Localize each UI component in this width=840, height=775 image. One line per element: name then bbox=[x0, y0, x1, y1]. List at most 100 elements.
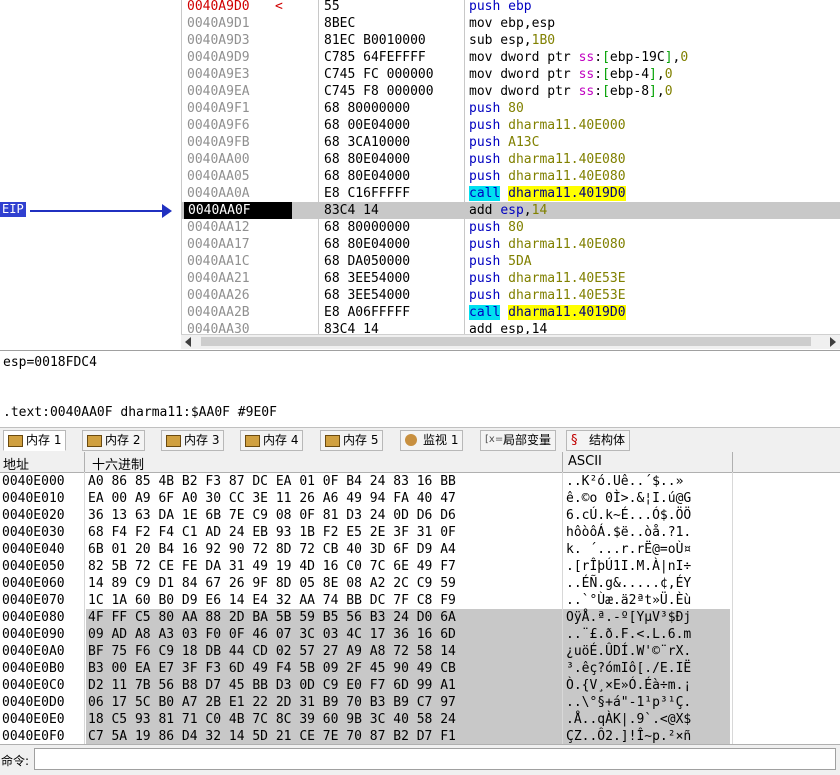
disasm-row[interactable]: 0040AA2B E8 A06FFFFF call dharma11.4019D0 bbox=[181, 304, 840, 321]
disasm-row[interactable]: 0040A9F1 68 80000000 push 80 bbox=[181, 100, 840, 117]
dump-address[interactable]: 0040E030 bbox=[2, 524, 65, 541]
disasm-row[interactable]: 0040AA17 68 80E04000 push dharma11.40E080 bbox=[181, 236, 840, 253]
disasm-row[interactable]: 0040A9FB 68 3CA10000 push A13C bbox=[181, 134, 840, 151]
disasm-address[interactable]: 0040A9E3 bbox=[187, 66, 250, 83]
dump-hex[interactable]: BF 75 F6 C9 18 DB 44 CD 02 57 27 A9 A8 7… bbox=[88, 643, 456, 660]
dump-ascii[interactable]: 6.cÚ.k~É...Ó$.ÖÖ bbox=[566, 507, 691, 524]
dump-hex[interactable]: 06 17 5C B0 A7 2B E1 22 2D 31 B9 70 B3 B… bbox=[88, 694, 456, 711]
disasm-address[interactable]: 0040A9F1 bbox=[187, 100, 250, 117]
dump-row[interactable]: 0040E090 09 AD A8 A3 03 F0 0F 46 07 3C 03… bbox=[0, 626, 840, 643]
horizontal-scrollbar[interactable] bbox=[181, 334, 840, 349]
disasm-row[interactable]: 0040A9D0 <55 push ebp bbox=[181, 0, 840, 15]
dump-hex[interactable]: 82 5B 72 CE FE DA 31 49 19 4D 16 C0 7C 6… bbox=[88, 558, 456, 575]
dump-row[interactable]: 0040E020 36 13 63 DA 1E 6B 7E C9 08 0F 81… bbox=[0, 507, 840, 524]
disasm-address[interactable]: 0040AA12 bbox=[187, 219, 250, 236]
dump-hex[interactable]: B3 00 EA E7 3F F3 6D 49 F4 5B 09 2F 45 9… bbox=[88, 660, 456, 677]
dump-address[interactable]: 0040E0D0 bbox=[2, 694, 65, 711]
dump-hex[interactable]: C7 5A 19 86 D4 32 14 5D 21 CE 7E 70 87 B… bbox=[88, 728, 456, 744]
dump-row[interactable]: 0040E0D0 06 17 5C B0 A7 2B E1 22 2D 31 B9… bbox=[0, 694, 840, 711]
disasm-address[interactable]: 0040A9D1 bbox=[187, 15, 250, 32]
dump-hex[interactable]: 4F FF C5 80 AA 88 2D BA 5B 59 B5 56 B3 2… bbox=[88, 609, 456, 626]
disasm-address[interactable]: 0040AA26 bbox=[187, 287, 250, 304]
disasm-address[interactable]: 0040AA17 bbox=[187, 236, 250, 253]
memory-dump-pane[interactable]: 地址 十六进制 ASCII 0040E000 A0 86 85 4B B2 F3 … bbox=[0, 452, 840, 744]
disasm-address[interactable]: 0040AA21 bbox=[187, 270, 250, 287]
dump-ascii[interactable]: ..ÉÑ.g&.....¢,ÉY bbox=[566, 575, 691, 592]
dump-hex[interactable]: 14 89 C9 D1 84 67 26 9F 8D 05 8E 08 A2 2… bbox=[88, 575, 456, 592]
dump-ascii[interactable]: .Å..qÀK|.9`.<@X$ bbox=[566, 711, 691, 728]
dump-row[interactable]: 0040E030 68 F4 F2 F4 C1 AD 24 EB 93 1B F2… bbox=[0, 524, 840, 541]
disasm-address[interactable]: 0040AA00 bbox=[187, 151, 250, 168]
dump-ascii[interactable]: ..K²ó.Uê..´$..» bbox=[566, 473, 683, 490]
disasm-row[interactable]: 0040A9D3 81EC B0010000 sub esp,1B0 bbox=[181, 32, 840, 49]
disasm-row[interactable]: 0040AA1C 68 DA050000 push 5DA bbox=[181, 253, 840, 270]
dump-address[interactable]: 0040E0B0 bbox=[2, 660, 65, 677]
dump-hex[interactable]: 1C 1A 60 B0 D9 E6 14 E4 32 AA 74 BB DC 7… bbox=[88, 592, 456, 609]
disasm-address[interactable]: 0040AA1C bbox=[187, 253, 250, 270]
dump-hex[interactable]: D2 11 7B 56 B8 D7 45 BB D3 0D C9 E0 F7 6… bbox=[88, 677, 456, 694]
dump-address[interactable]: 0040E020 bbox=[2, 507, 65, 524]
disasm-address[interactable]: 0040A9D3 bbox=[187, 32, 250, 49]
dump-row[interactable]: 0040E0B0 B3 00 EA E7 3F F3 6D 49 F4 5B 09… bbox=[0, 660, 840, 677]
tab-4[interactable]: 内存 4 bbox=[240, 430, 304, 451]
dump-row[interactable]: 0040E040 6B 01 20 B4 16 92 90 72 8D 72 CB… bbox=[0, 541, 840, 558]
dump-address[interactable]: 0040E0F0 bbox=[2, 728, 65, 744]
dump-ascii[interactable]: ¿uöÉ.ÛDÍ.W'©¨rX. bbox=[566, 643, 691, 660]
header-hex[interactable]: 十六进制 bbox=[92, 454, 144, 473]
dump-row[interactable]: 0040E050 82 5B 72 CE FE DA 31 49 19 4D 16… bbox=[0, 558, 840, 575]
header-address[interactable]: 地址 bbox=[3, 454, 29, 473]
tab-7[interactable]: [x=] 局部变量 bbox=[480, 430, 557, 451]
disasm-address[interactable]: 0040A9FB bbox=[187, 134, 250, 151]
header-ascii[interactable]: ASCII bbox=[568, 454, 602, 469]
dump-address[interactable]: 0040E000 bbox=[2, 473, 65, 490]
dump-ascii[interactable]: ÇZ..Ô2.]!Î~p.²×ñ bbox=[566, 728, 691, 744]
disasm-row[interactable]: 0040A9F6 68 00E04000 push dharma11.40E000 bbox=[181, 117, 840, 134]
command-input[interactable] bbox=[34, 748, 836, 770]
scroll-left-icon[interactable] bbox=[185, 337, 191, 347]
disasm-row[interactable]: 0040AA12 68 80000000 push 80 bbox=[181, 219, 840, 236]
dump-hex[interactable]: 68 F4 F2 F4 C1 AD 24 EB 93 1B F2 E5 2E 3… bbox=[88, 524, 456, 541]
dump-row[interactable]: 0040E0A0 BF 75 F6 C9 18 DB 44 CD 02 57 27… bbox=[0, 643, 840, 660]
disasm-address[interactable]: 0040AA2B bbox=[187, 304, 250, 321]
tab-1[interactable]: 内存 1 bbox=[3, 430, 67, 451]
dump-row[interactable]: 0040E010 EA 00 A9 6F A0 30 CC 3E 11 26 A6… bbox=[0, 490, 840, 507]
dump-address[interactable]: 0040E090 bbox=[2, 626, 65, 643]
dump-address[interactable]: 0040E0A0 bbox=[2, 643, 65, 660]
disasm-address[interactable]: 0040AA0A bbox=[187, 185, 250, 202]
dump-ascii[interactable]: .[rÎþÚ1I.M.À|nI÷ bbox=[566, 558, 691, 575]
dump-address[interactable]: 0040E010 bbox=[2, 490, 65, 507]
disasm-row[interactable]: 0040AA05 68 80E04000 push dharma11.40E080 bbox=[181, 168, 840, 185]
disasm-address[interactable]: 0040A9F6 bbox=[187, 117, 250, 134]
dump-row[interactable]: 0040E000 A0 86 85 4B B2 F3 87 DC EA 01 0F… bbox=[0, 473, 840, 490]
dump-ascii[interactable]: k. ´...r.rË@=oÙ¤ bbox=[566, 541, 691, 558]
disasm-row[interactable]: 0040A9D1 8BEC mov ebp,esp bbox=[181, 15, 840, 32]
scrollbar-thumb[interactable] bbox=[201, 337, 811, 346]
scroll-right-icon[interactable] bbox=[830, 337, 836, 347]
tab-3[interactable]: 内存 3 bbox=[161, 430, 225, 451]
dump-ascii[interactable]: OÿÅ.ª.-º[YµV³$Ðj bbox=[566, 609, 691, 626]
dump-row[interactable]: 0040E080 4F FF C5 80 AA 88 2D BA 5B 59 B5… bbox=[0, 609, 840, 626]
dump-ascii[interactable]: ê.©o 0Ì>.&¦I.ú@G bbox=[566, 490, 691, 507]
dump-ascii[interactable]: ³.êç?ómIô[./E.IË bbox=[566, 660, 691, 677]
disasm-row[interactable]: 0040AA26 68 3EE54000 push dharma11.40E53E bbox=[181, 287, 840, 304]
disasm-address[interactable]: 0040AA05 bbox=[187, 168, 250, 185]
tab-6[interactable]: 监视 1 bbox=[400, 430, 464, 451]
disassembly-pane[interactable]: 0040A9D0 <55 push ebp 0040A9D1 8BEC mov ebp,e… bbox=[0, 0, 840, 350]
dump-ascii[interactable]: ..`°Ùæ.ä2ªt»Ü.Èù bbox=[566, 592, 691, 609]
tab-2[interactable]: 内存 2 bbox=[82, 430, 146, 451]
dump-hex[interactable]: 09 AD A8 A3 03 F0 0F 46 07 3C 03 4C 17 3… bbox=[88, 626, 456, 643]
tab-8[interactable]: § 结构体 bbox=[566, 430, 631, 451]
dump-ascii[interactable]: hôòôÁ.$ë..òå.?1. bbox=[566, 524, 691, 541]
dump-hex[interactable]: 36 13 63 DA 1E 6B 7E C9 08 0F 81 D3 24 0… bbox=[88, 507, 456, 524]
disasm-row[interactable]: 0040A9D9 C785 64FEFFFF mov dword ptr ss:[e… bbox=[181, 49, 840, 66]
disasm-row[interactable]: 0040AA0F 83C4 14 add esp,14 bbox=[181, 202, 840, 219]
dump-ascii[interactable]: Ò.{V¸×E»Ó.Éà÷m.¡ bbox=[566, 677, 691, 694]
dump-row[interactable]: 0040E0F0 C7 5A 19 86 D4 32 14 5D 21 CE 7E… bbox=[0, 728, 840, 744]
dump-hex[interactable]: 6B 01 20 B4 16 92 90 72 8D 72 CB 40 3D 6… bbox=[88, 541, 456, 558]
disasm-row[interactable]: 0040AA00 68 80E04000 push dharma11.40E080 bbox=[181, 151, 840, 168]
dump-ascii[interactable]: ..¨£.ð.F.<.L.6.m bbox=[566, 626, 691, 643]
dump-address[interactable]: 0040E080 bbox=[2, 609, 65, 626]
dump-hex[interactable]: EA 00 A9 6F A0 30 CC 3E 11 26 A6 49 94 F… bbox=[88, 490, 456, 507]
tab-5[interactable]: 内存 5 bbox=[320, 430, 384, 451]
disasm-row[interactable]: 0040A9EA C745 F8 000000 mov dword ptr ss:[… bbox=[181, 83, 840, 100]
